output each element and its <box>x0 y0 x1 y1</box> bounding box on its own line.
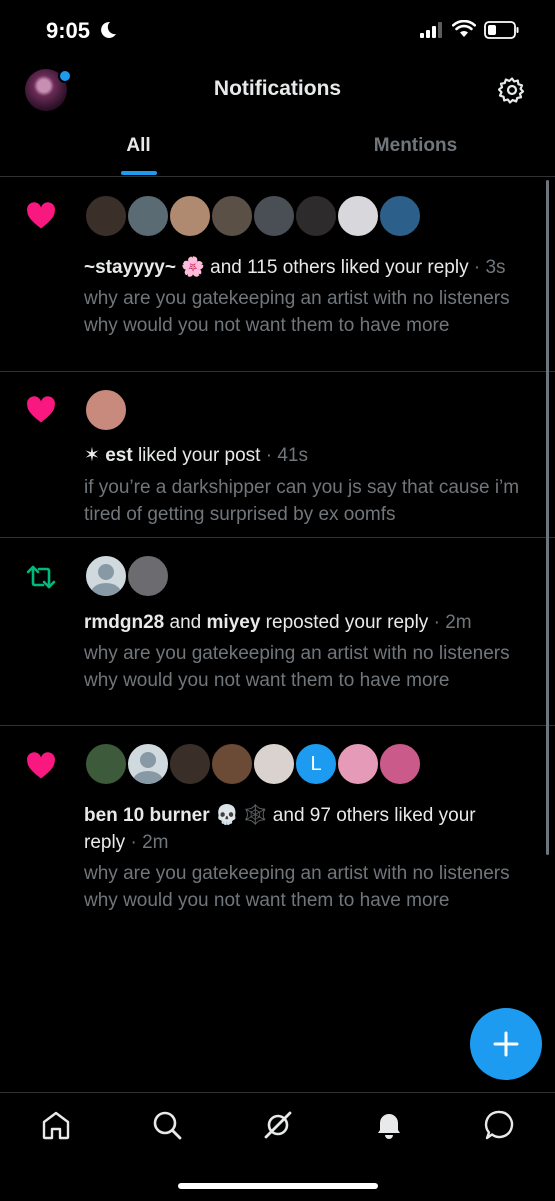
notification-text: ben 10 burner 💀 🕸️ and 97 others liked y… <box>84 802 476 829</box>
messages-icon[interactable] <box>483 1108 517 1142</box>
timestamp: · 41s <box>260 445 308 466</box>
battery-icon <box>484 21 519 39</box>
avatar-stack: L <box>85 743 425 786</box>
user-name[interactable]: rmdgn28 <box>84 612 164 633</box>
avatar[interactable] <box>169 743 211 785</box>
user-name[interactable]: ~stayyyy~ <box>84 257 176 278</box>
avatar[interactable] <box>253 743 295 785</box>
bell-icon[interactable] <box>372 1108 406 1142</box>
repost-icon <box>26 565 56 589</box>
user-name[interactable]: ✶ est <box>84 445 133 466</box>
heart-icon <box>27 202 55 229</box>
post-snippet: why are you gatekeeping an artist with n… <box>84 643 510 691</box>
tab-active-indicator <box>121 171 157 175</box>
avatar[interactable] <box>337 195 379 237</box>
home-indicator <box>178 1183 378 1189</box>
avatar[interactable] <box>337 743 379 785</box>
action-text: reply <box>84 832 126 853</box>
joiner-text: and <box>164 612 207 633</box>
page-title: Notifications <box>213 77 342 100</box>
action-text: reposted your reply <box>260 612 429 633</box>
post-snippet: why are you gatekeeping an artist with n… <box>84 863 510 911</box>
grok-icon[interactable] <box>261 1108 295 1142</box>
avatar-stack <box>85 195 425 238</box>
action-text: and 115 others liked your reply <box>204 257 469 278</box>
avatar[interactable] <box>85 195 127 237</box>
tab-all[interactable]: All <box>0 118 277 176</box>
emoji: 🌸 <box>181 257 205 278</box>
gear-icon[interactable] <box>498 76 526 104</box>
avatar[interactable]: L <box>295 743 337 785</box>
moon-icon <box>101 21 116 38</box>
notification-item[interactable]: rmdgn28 and miyey reposted your reply · … <box>0 538 555 726</box>
post-snippet: if you’re a darkshipper can you js say t… <box>84 477 520 525</box>
avatar[interactable] <box>127 743 169 785</box>
heart-icon <box>27 396 55 423</box>
avatar[interactable] <box>85 743 127 785</box>
timestamp: · 2m <box>428 612 472 633</box>
timestamp: · 2m <box>125 832 169 853</box>
notification-text: ~stayyyy~ 🌸 and 115 others liked your re… <box>84 254 506 281</box>
avatar[interactable] <box>211 195 253 237</box>
avatar[interactable] <box>85 389 127 431</box>
avatar[interactable] <box>379 195 421 237</box>
action-text: liked your post <box>132 445 261 466</box>
user-name[interactable]: ben 10 burner <box>84 805 210 826</box>
post-snippet: why are you gatekeeping an artist with n… <box>84 288 510 336</box>
signal-icon <box>420 22 442 38</box>
avatar[interactable] <box>85 555 127 597</box>
avatar[interactable] <box>295 195 337 237</box>
scrollbar[interactable] <box>546 180 549 855</box>
compose-button[interactable] <box>470 1008 542 1080</box>
notification-item[interactable]: L ben 10 burner 💀 🕸️ and 97 others liked… <box>0 726 555 956</box>
notification-item[interactable]: ~stayyyy~ 🌸 and 115 others liked your re… <box>0 178 555 372</box>
avatar-stack <box>85 389 130 432</box>
avatar[interactable] <box>253 195 295 237</box>
avatar[interactable] <box>127 555 169 597</box>
notification-text-continued: reply · 2m <box>84 829 168 856</box>
header: Notifications <box>0 62 555 118</box>
notification-item[interactable]: ✶ est liked your post · 41s if you’re a … <box>0 372 555 538</box>
avatar[interactable] <box>211 743 253 785</box>
status-time: 9:05 <box>46 18 91 43</box>
tab-mentions[interactable]: Mentions <box>277 118 554 176</box>
plus-icon <box>493 1031 519 1057</box>
home-icon[interactable] <box>39 1108 73 1142</box>
avatar[interactable] <box>127 195 169 237</box>
emoji: 💀 🕸️ <box>214 805 268 826</box>
user-name[interactable]: miyey <box>207 612 261 633</box>
search-icon[interactable] <box>150 1108 184 1142</box>
action-text: and 97 others liked your <box>267 805 476 826</box>
tab-bar: All Mentions <box>0 118 555 177</box>
avatar-stack <box>85 555 175 598</box>
avatar[interactable] <box>379 743 421 785</box>
notification-text: rmdgn28 and miyey reposted your reply · … <box>84 609 472 636</box>
timestamp: · 3s <box>468 257 506 278</box>
status-bar: 9:05 <box>0 0 555 62</box>
avatar[interactable] <box>169 195 211 237</box>
heart-icon <box>27 752 55 779</box>
notification-text: ✶ est liked your post · 41s <box>84 442 308 469</box>
wifi-icon <box>452 20 476 37</box>
